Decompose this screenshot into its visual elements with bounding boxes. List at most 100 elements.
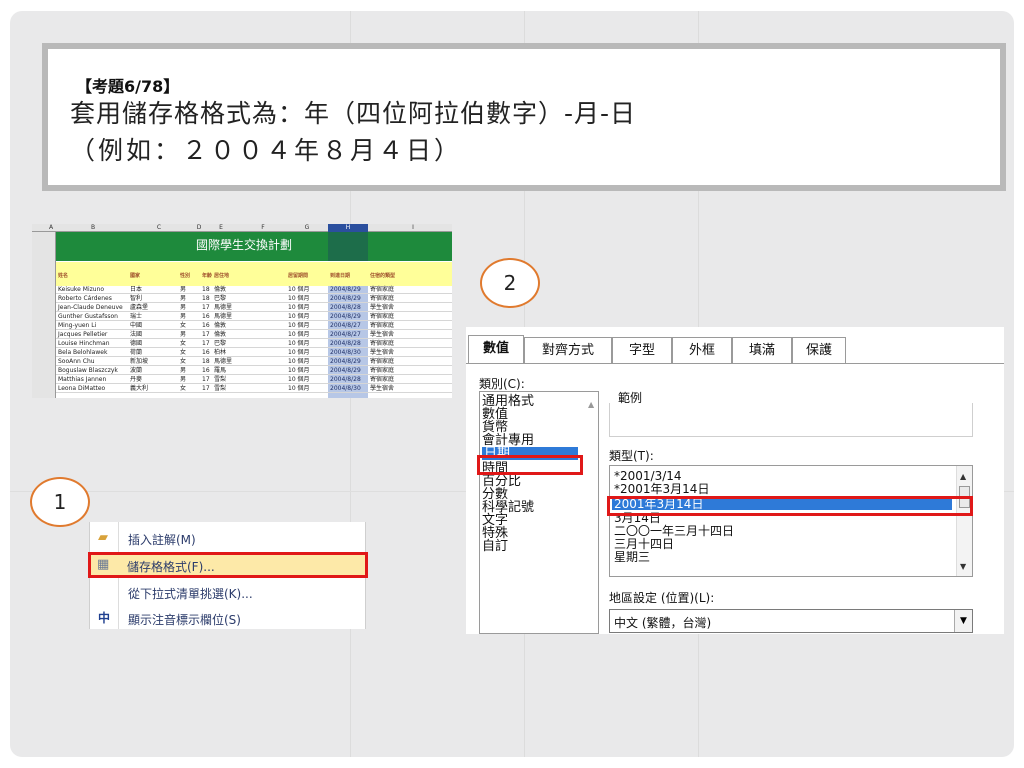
table-cell: 女 — [180, 349, 187, 356]
category-list[interactable]: 通用格式 數值 貨幣 會計專用 日期 時間 百分比 分數 科學記號 文字 特殊 … — [479, 391, 599, 634]
column-header[interactable]: B — [88, 224, 98, 232]
table-cell: 學生宿舍 — [370, 331, 395, 338]
table-cell: 16 — [202, 349, 210, 356]
locale-select[interactable]: 中文 (繁體，台灣) ▼ — [609, 609, 973, 633]
table-cell: 10 個月 — [288, 304, 310, 311]
tab-alignment[interactable]: 對齊方式 — [524, 337, 612, 363]
table-cell: 男 — [180, 367, 187, 374]
table-cell: 17 — [202, 376, 210, 383]
table-cell: SooAnn Chu — [58, 358, 95, 365]
table-row[interactable]: Ming-yuen Li 中國 女 16 倫敦 10 個月 2004/8/27 寄宿家庭 — [56, 322, 452, 330]
type-label: 類型(T): — [609, 449, 654, 463]
table-cell: 2004/8/29 — [330, 313, 361, 320]
menu-item-insert-comment[interactable]: ▰ 插入註解(M) — [90, 526, 367, 552]
sample-label: 範例 — [616, 389, 645, 406]
row-headers — [32, 232, 56, 398]
table-cell: 10 個月 — [288, 385, 310, 392]
table-cell: 倫敦 — [214, 331, 227, 338]
column-header[interactable]: F — [258, 224, 268, 232]
menu-item-pick-from-list[interactable]: 從下拉式清單挑選(K)... — [90, 580, 367, 606]
category-item[interactable]: 自訂 — [482, 540, 508, 553]
table-row[interactable]: Gunther Gustafsson 瑞士 男 16 馬德里 10 個月 2004/8/29… — [56, 313, 452, 321]
menu-item-phonetic[interactable]: 中 顯示注音標示欄位(S) — [90, 606, 367, 632]
table-cell: Gunther Gustafsson — [58, 313, 118, 320]
category-label: 類別(C): — [479, 377, 525, 391]
column-header[interactable]: D — [194, 224, 204, 232]
table-cell: 2004/8/27 — [330, 322, 361, 329]
question-title-box: 【考題6/78】 套用儲存格格式為：年（四位阿拉伯數字）-月-日 （例如：２００… — [42, 43, 1006, 191]
table-cell: 2004/8/29 — [330, 295, 361, 302]
table-row[interactable]: Boguslaw Blaszczyk 波蘭 男 16 羅馬 10 個月 2004/8/29 寄… — [56, 367, 452, 375]
type-list-scrollbar[interactable]: ▲ ▼ — [956, 466, 972, 576]
sheet-header-row: 姓名 國家 性別 年齡 居住地 居留期間 到達日期 住宿的類型 — [56, 262, 452, 286]
table-row[interactable]: Roberto Cárdenes 智利 男 18 巴黎 10 個月 2004/8/29 寄宿家… — [56, 295, 452, 303]
scroll-up-icon[interactable]: ▲ — [960, 472, 966, 481]
type-list[interactable]: *2001/3/14 *2001年3月14日 2001年3月14日 3月14日 … — [609, 465, 973, 577]
table-cell: 女 — [180, 322, 187, 329]
column-header[interactable]: E — [216, 224, 226, 232]
table-cell: 柏林 — [214, 349, 227, 356]
table-cell: 倫敦 — [214, 286, 227, 293]
sheet-banner-selected — [328, 232, 368, 261]
type-item[interactable]: 二〇〇一年三月十四日 — [614, 525, 734, 537]
column-header[interactable]: G — [302, 224, 312, 232]
tab-font[interactable]: 字型 — [612, 337, 672, 363]
table-cell: 10 個月 — [288, 340, 310, 347]
table-cell: 寄宿家庭 — [370, 313, 395, 320]
table-row[interactable]: Louise Hinchman 德國 女 17 巴黎 10 個月 2004/8/28 寄宿家庭 — [56, 340, 452, 348]
header-cell: 住宿的類型 — [370, 273, 396, 279]
sheet-title: 國際學生交換計劃 — [196, 238, 293, 252]
table-cell: Leona DiMatteo — [58, 385, 106, 392]
type-item[interactable]: *2001/3/14 — [614, 470, 682, 482]
table-row[interactable]: Bela Belohlawek 荷蘭 女 16 柏林 10 個月 2004/8/30 學生宿舍 — [56, 349, 452, 357]
type-item[interactable]: *2001年3月14日 — [614, 483, 709, 495]
table-row[interactable]: Matthias Jannen 丹麥 男 17 雪梨 10 個月 2004/8/28 寄宿家庭 — [56, 376, 452, 384]
scroll-down-icon[interactable]: ▼ — [960, 562, 966, 571]
type-item[interactable]: 三月十四日 — [614, 538, 674, 550]
table-cell: 女 — [180, 340, 187, 347]
table-cell: 荷蘭 — [130, 349, 143, 356]
table-cell: 2004/8/30 — [330, 385, 361, 392]
table-cell: 10 個月 — [288, 376, 310, 383]
table-row[interactable]: SooAnn Chu 新加坡 女 18 馬德里 10 個月 2004/8/29 寄宿家庭 — [56, 358, 452, 366]
header-cell: 居留期間 — [288, 273, 309, 279]
tab-number[interactable]: 數值 — [468, 335, 524, 363]
table-row[interactable]: Jean-Claude Deneuve 盧森堡 男 17 馬德里 10 個月 2004/8/… — [56, 304, 452, 312]
table-cell: 2004/8/29 — [330, 358, 361, 365]
column-header[interactable]: A — [46, 224, 56, 232]
table-cell: 男 — [180, 313, 187, 320]
tab-fill[interactable]: 填滿 — [732, 337, 792, 363]
column-header-selected[interactable]: H — [328, 224, 368, 232]
column-header[interactable]: I — [408, 224, 418, 232]
tab-border[interactable]: 外框 — [672, 337, 732, 363]
table-cell: Roberto Cárdenes — [58, 295, 112, 302]
type-item[interactable]: 星期三 — [614, 551, 650, 563]
tab-protection[interactable]: 保護 — [792, 337, 846, 363]
table-row[interactable]: Leona DiMatteo 義大利 女 17 雪梨 10 個月 2004/8/30 學生宿舍 — [56, 385, 452, 393]
chevron-down-icon[interactable]: ▼ — [954, 610, 972, 632]
table-row[interactable]: Jacques Pelletier 法國 男 17 倫敦 10 個月 2004/8/27 學生… — [56, 331, 452, 339]
table-cell: 16 — [202, 322, 210, 329]
table-cell: 瑞士 — [130, 313, 143, 320]
column-header[interactable]: C — [154, 224, 164, 232]
scroll-up-icon: ▲ — [588, 400, 595, 409]
table-row[interactable]: Keisuke Mizuno 日本 男 18 倫敦 10 個月 2004/8/29 寄宿家庭 — [56, 286, 452, 294]
table-cell: 寄宿家庭 — [370, 376, 395, 383]
menu-item-format-cells[interactable]: ▦ 儲存格格式(F)... — [88, 552, 368, 578]
menu-item-label: 顯示注音標示欄位(S) — [128, 613, 241, 627]
question-example: （例如：２００４年８月４日） — [70, 136, 463, 165]
table-cell: 17 — [202, 304, 210, 311]
spreadsheet-screenshot: A B C D E F G H I 國際學生交換計劃 姓名 國家 性別 年齡 居… — [32, 224, 452, 398]
table-cell: 2004/8/27 — [330, 331, 361, 338]
table-cell: 德國 — [130, 340, 143, 347]
table-cell: Ming-yuen Li — [58, 322, 97, 329]
question-text: 套用儲存格格式為：年（四位阿拉伯數字）-月-日 — [70, 99, 637, 128]
table-cell: 男 — [180, 376, 187, 383]
table-cell: 10 個月 — [288, 358, 310, 365]
table-cell: Louise Hinchman — [58, 340, 110, 347]
table-cell: 男 — [180, 295, 187, 302]
table-cell: 中國 — [130, 322, 143, 329]
table-cell: Boguslaw Blaszczyk — [58, 367, 118, 374]
table-cell: 10 個月 — [288, 367, 310, 374]
table-cell: 18 — [202, 358, 210, 365]
